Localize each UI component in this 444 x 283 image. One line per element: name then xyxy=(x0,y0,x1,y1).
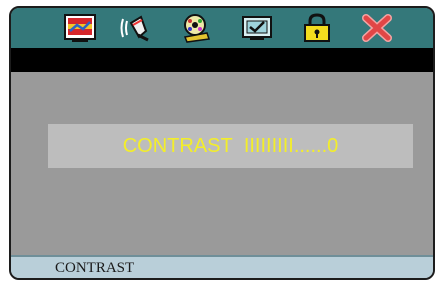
sound-icon[interactable] xyxy=(119,13,153,43)
status-label: CONTRAST xyxy=(55,260,135,276)
title-bar xyxy=(11,48,433,72)
menu-bar xyxy=(11,8,433,48)
film-reel-icon[interactable] xyxy=(179,13,213,43)
picture-icon[interactable] xyxy=(63,13,97,43)
contrast-value: 0 xyxy=(327,134,339,157)
close-icon[interactable] xyxy=(360,13,394,43)
contrast-level-bar: IIIIIIIII...... xyxy=(243,134,328,157)
contrast-label: CONTRAST xyxy=(122,134,233,157)
lock-icon[interactable] xyxy=(300,13,334,43)
contrast-adjust-box[interactable]: CONTRAST IIIIIIIII...... 0 xyxy=(48,124,413,168)
checkbox-icon[interactable] xyxy=(240,13,274,43)
osd-screen: CONTRAST IIIIIIIII...... 0 CONTRAST xyxy=(9,6,435,280)
status-bar: CONTRAST xyxy=(11,255,433,278)
